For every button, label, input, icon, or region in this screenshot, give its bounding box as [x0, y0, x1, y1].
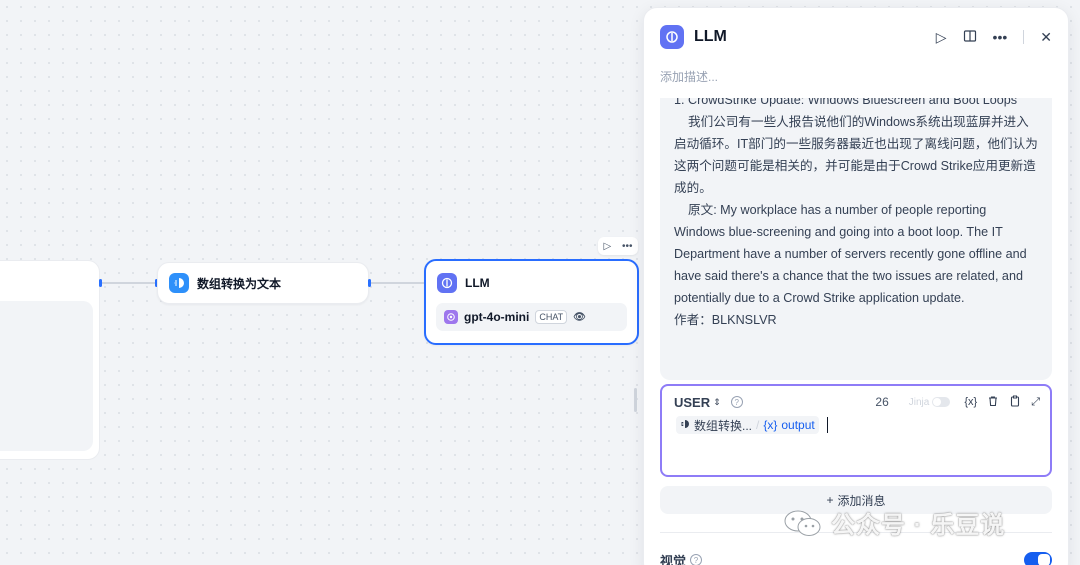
text-cursor [826, 417, 828, 433]
openai-icon [444, 310, 458, 324]
book-icon[interactable] [963, 29, 977, 46]
template-transform-icon [169, 273, 189, 293]
run-icon[interactable]: ▷ [936, 29, 947, 46]
variable-reference[interactable]: 数组转换... / {x} output [676, 416, 819, 434]
message-content-box[interactable]: 1. CrowdStrike Update: Windows Bluescree… [660, 98, 1052, 380]
chevron-updown-icon[interactable]: ⇕ [713, 397, 721, 408]
node-body [0, 301, 93, 451]
run-node-icon[interactable]: ▷ [603, 241, 611, 252]
vision-setting: 视觉 ? [660, 551, 1052, 565]
model-selector[interactable]: gpt-4o-mini CHAT 👁 [436, 303, 627, 331]
canvas-node-array-to-text[interactable]: 数组转换为文本 [157, 262, 369, 304]
jinja-toggle[interactable]: Jinja [909, 397, 951, 408]
copy-icon[interactable] [1009, 395, 1021, 410]
role-selector[interactable]: USER [674, 395, 710, 410]
node-title: 数组转换为文本 [197, 276, 282, 291]
template-transform-icon [680, 418, 690, 432]
user-message-editor[interactable]: USER ⇕ ? 26 Jinja {x} ⤢ 数组转换... / {x} ou… [660, 384, 1052, 477]
panel-title: LLM [694, 28, 727, 45]
help-icon[interactable]: ? [690, 554, 703, 565]
canvas-node-llm[interactable]: LLM gpt-4o-mini CHAT 👁 [424, 259, 639, 345]
delete-icon[interactable] [987, 395, 999, 410]
more-icon[interactable]: ••• [622, 241, 633, 252]
separator: / [756, 418, 760, 432]
more-icon[interactable]: ••• [993, 29, 1008, 45]
watermark-text: 公众号 · 乐豆说 [831, 512, 1006, 539]
message-text: 1. CrowdStrike Update: Windows Bluescree… [674, 98, 1038, 327]
edge [371, 282, 425, 284]
node-title: LLM [465, 276, 490, 290]
token-count: 26 [875, 395, 889, 409]
insert-variable-icon[interactable]: {x} [964, 396, 977, 408]
panel-resize-handle[interactable] [634, 388, 637, 412]
llm-icon [437, 273, 457, 293]
variable-name: output [781, 418, 815, 432]
node-action-bar: ▷ ••• [598, 237, 638, 255]
jinja-label: Jinja [908, 396, 930, 408]
eye-icon: 👁 [573, 311, 586, 323]
llm-icon [660, 25, 684, 49]
close-icon[interactable]: ✕ [1040, 29, 1052, 46]
divider [1023, 30, 1025, 44]
canvas-node-partial[interactable] [0, 260, 100, 460]
vision-label: 视觉 [660, 553, 687, 565]
description-input[interactable]: 添加描述... [660, 68, 718, 85]
model-name: gpt-4o-mini [464, 310, 530, 324]
edge [102, 282, 156, 284]
watermark: 公众号 · 乐豆说 [783, 505, 1005, 540]
expand-icon[interactable]: ⤢ [1031, 396, 1040, 409]
toggle-switch[interactable] [932, 397, 951, 407]
help-icon[interactable]: ? [730, 396, 743, 408]
variable-prefix: {x} [763, 418, 778, 432]
vision-toggle[interactable] [1024, 552, 1052, 565]
model-mode-badge: CHAT [535, 310, 568, 324]
variable-node-name: 数组转换... [694, 418, 753, 433]
wechat-logo [784, 510, 821, 536]
node-settings-panel: LLM ▷ ••• ✕ 添加描述... 1. CrowdStrike Updat… [643, 7, 1069, 565]
